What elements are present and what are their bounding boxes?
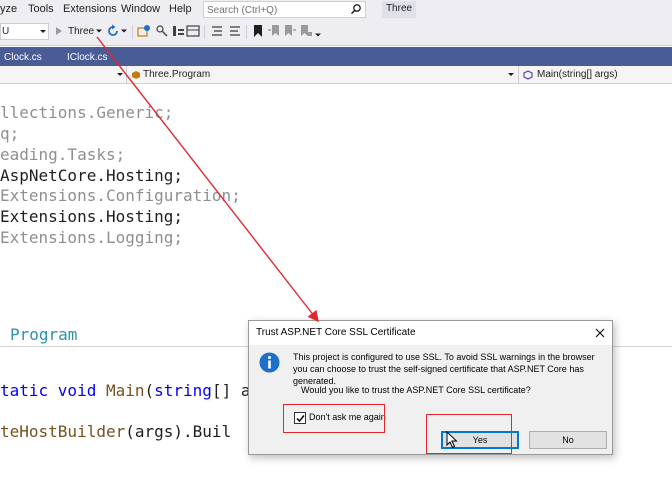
annotation-box-checkbox	[283, 404, 385, 433]
bookmark-folder-icon[interactable]	[299, 24, 313, 38]
dialog-message: This project is configured to use SSL. T…	[293, 352, 595, 386]
search-box[interactable]	[203, 1, 366, 18]
layout-icon[interactable]	[186, 24, 200, 38]
play-icon	[56, 27, 62, 35]
solution-name: Three	[382, 1, 416, 18]
bookmark-next-icon[interactable]	[283, 24, 297, 38]
annotation-box-yes	[426, 414, 512, 454]
toolbar-overflow-icon[interactable]	[315, 33, 321, 38]
code-line: eading.Tasks;	[0, 145, 126, 164]
type-scope-dropdown[interactable]: Three.Program	[130, 66, 515, 84]
toolbar-separator	[204, 25, 205, 39]
code-keyword: tatic void	[0, 381, 97, 400]
code-punct: (	[144, 381, 155, 400]
nav-divider	[518, 66, 519, 84]
code-rest: (args).Buil	[125, 422, 232, 441]
tab-clock[interactable]: Clock.cs	[0, 50, 46, 66]
find-in-files-icon[interactable]	[155, 24, 169, 38]
class-icon	[132, 71, 140, 79]
bookmark-icon[interactable]	[251, 24, 265, 38]
tab-iclock[interactable]: IClock.cs	[63, 50, 112, 66]
chevron-down-icon	[40, 30, 46, 33]
step-icon[interactable]	[171, 24, 185, 38]
code-line: q;	[0, 124, 20, 143]
chevron-down-icon[interactable]	[508, 73, 514, 76]
run-target-label: Three	[68, 26, 95, 37]
code-keyword: string	[154, 381, 212, 400]
navigation-bar: Three.Program Main(string[] args)	[0, 66, 672, 84]
toolbar: U Three	[0, 19, 672, 46]
toolbar-separator	[246, 25, 247, 39]
code-line: Extensions.Logging;	[0, 228, 184, 247]
code-line: Extensions.Hosting;	[0, 207, 184, 226]
builder-line: teHostBuilder(args).Buil	[0, 422, 231, 442]
main-signature-line: tatic void Main(string[] a	[0, 381, 250, 401]
code-rest: [] a	[211, 381, 251, 400]
info-icon	[259, 352, 280, 373]
dialog-titlebar[interactable]: Trust ASP.NET Core SSL Certificate	[249, 321, 612, 345]
code-method: Main	[105, 381, 145, 400]
code-line: llections.Generic;	[0, 103, 174, 122]
toolbar-separator	[132, 25, 133, 39]
no-button[interactable]: No	[529, 431, 607, 449]
menu-window[interactable]: Window	[121, 3, 160, 15]
member-label: Main(string[] args)	[537, 69, 618, 80]
member-dropdown[interactable]: Main(string[] args)	[522, 66, 672, 84]
close-icon[interactable]	[591, 324, 609, 342]
menu-tools[interactable]: Tools	[28, 3, 54, 15]
menu-analyze[interactable]: yze	[0, 3, 17, 15]
chevron-down-icon[interactable]	[117, 73, 123, 76]
menu-extensions[interactable]: Extensions	[63, 3, 117, 15]
refresh-icon[interactable]	[106, 24, 120, 38]
method-icon	[523, 70, 533, 80]
bookmark-prev-icon[interactable]	[267, 24, 281, 38]
configuration-value: U	[2, 26, 10, 37]
code-line: AspNetCore.Hosting;	[0, 166, 184, 185]
nav-divider	[126, 66, 127, 84]
browse-icon[interactable]	[137, 24, 151, 38]
code-method: teHostBuilder	[0, 422, 126, 441]
align-right-icon[interactable]	[228, 24, 242, 38]
chevron-down-icon[interactable]	[121, 29, 127, 34]
search-input[interactable]	[204, 3, 344, 18]
search-icon[interactable]	[350, 3, 362, 15]
configuration-dropdown[interactable]: U	[0, 23, 49, 40]
code-line: Extensions.Configuration;	[0, 186, 241, 205]
menu-help[interactable]: Help	[169, 3, 192, 15]
mouse-cursor-icon	[446, 431, 458, 449]
document-tab-well: Clock.cs IClock.cs	[0, 47, 672, 66]
dialog-title: Trust ASP.NET Core SSL Certificate	[256, 327, 416, 338]
type-scope-label: Three.Program	[143, 69, 211, 80]
start-debug-button[interactable]: Three	[56, 23, 94, 40]
class-name: Program	[10, 325, 78, 344]
chevron-down-icon[interactable]	[96, 29, 102, 34]
menu-bar: yze Tools Extensions Window Help Three	[0, 0, 672, 19]
align-left-icon[interactable]	[210, 24, 224, 38]
dialog-question: Would you like to trust the ASP.NET Core…	[301, 385, 531, 395]
